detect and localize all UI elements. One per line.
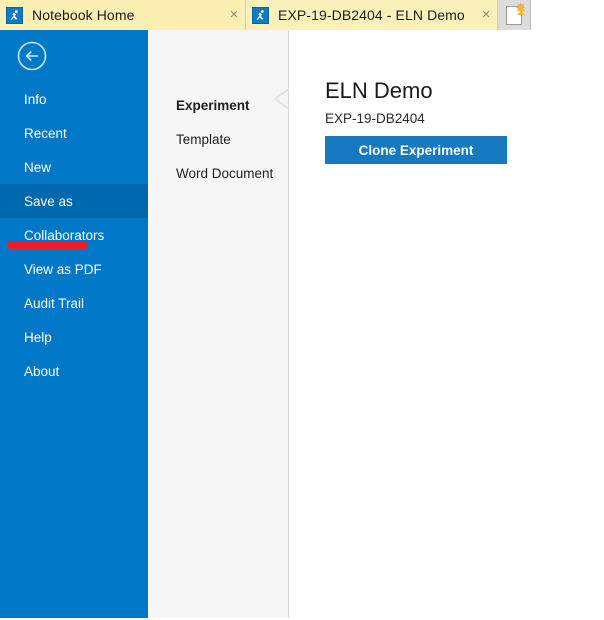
back-button[interactable]	[14, 38, 50, 74]
sidebar-item-info[interactable]: Info	[0, 82, 148, 116]
option-label: Template	[176, 131, 231, 147]
sidebar-item-label: Collaborators	[24, 227, 105, 243]
tab-eln-demo[interactable]: EXP-19-DB2404 - ELN Demo ×	[246, 0, 498, 30]
sidebar-item-label: About	[24, 363, 60, 379]
browser-tab-bar: Notebook Home × EXP-19-DB2404 - ELN Demo…	[0, 0, 604, 30]
sidebar-item-label: New	[24, 159, 52, 175]
tab-label: Notebook Home	[32, 7, 135, 23]
experiment-id: EXP-19-DB2404	[325, 111, 425, 126]
sidebar-item-label: Audit Trail	[24, 295, 85, 311]
sidebar-item-label: Info	[24, 91, 47, 107]
new-document-star-icon: ✸	[515, 0, 526, 15]
new-document-icon: ✸	[506, 1, 526, 25]
sidebar-item-view-as-pdf[interactable]: View as PDF	[0, 252, 148, 286]
clone-experiment-button[interactable]: Clone Experiment	[325, 136, 507, 164]
sidebar-item-help[interactable]: Help	[0, 320, 148, 354]
option-experiment[interactable]: Experiment	[148, 88, 288, 122]
new-tab-button[interactable]: ✸	[498, 0, 531, 30]
tab-notebook-home[interactable]: Notebook Home ×	[0, 0, 246, 30]
sidebar-item-label: Help	[24, 329, 52, 345]
option-label: Word Document	[176, 165, 274, 181]
sidebar-item-save-as[interactable]: Save as	[0, 184, 148, 218]
page-title: ELN Demo	[325, 78, 433, 103]
back-arrow-circle-icon	[17, 41, 47, 71]
option-template[interactable]: Template	[148, 122, 288, 156]
sidebar-item-label: Save as	[24, 193, 73, 209]
app-logo-icon	[252, 6, 269, 24]
sidebar-item-audit-trail[interactable]: Audit Trail	[0, 286, 148, 320]
sidebar-item-collaborators[interactable]: Collaborators	[0, 218, 148, 252]
sidebar-item-label: Recent	[24, 125, 67, 141]
backstage-sidebar: Info Recent New Save as Collaborators Vi…	[0, 30, 148, 618]
tab-close-icon[interactable]: ×	[223, 7, 245, 24]
option-word-document[interactable]: Word Document	[148, 156, 288, 190]
sidebar-item-recent[interactable]: Recent	[0, 116, 148, 150]
sidebar-nav-list: Info Recent New Save as Collaborators Vi…	[0, 82, 148, 388]
save-as-options-panel: Experiment Template Word Document	[148, 30, 289, 618]
sidebar-item-new[interactable]: New	[0, 150, 148, 184]
save-as-options-list: Experiment Template Word Document	[148, 88, 288, 190]
app-logo-icon	[6, 6, 23, 24]
main-content-pane: ELN Demo EXP-19-DB2404 Clone Experiment	[289, 30, 604, 620]
tab-close-icon[interactable]: ×	[475, 7, 497, 24]
sidebar-item-about[interactable]: About	[0, 354, 148, 388]
option-label: Experiment	[176, 97, 250, 113]
sidebar-item-label: View as PDF	[24, 261, 102, 277]
tab-label: EXP-19-DB2404 - ELN Demo	[278, 7, 465, 23]
tab-bar-empty-space	[531, 0, 604, 30]
